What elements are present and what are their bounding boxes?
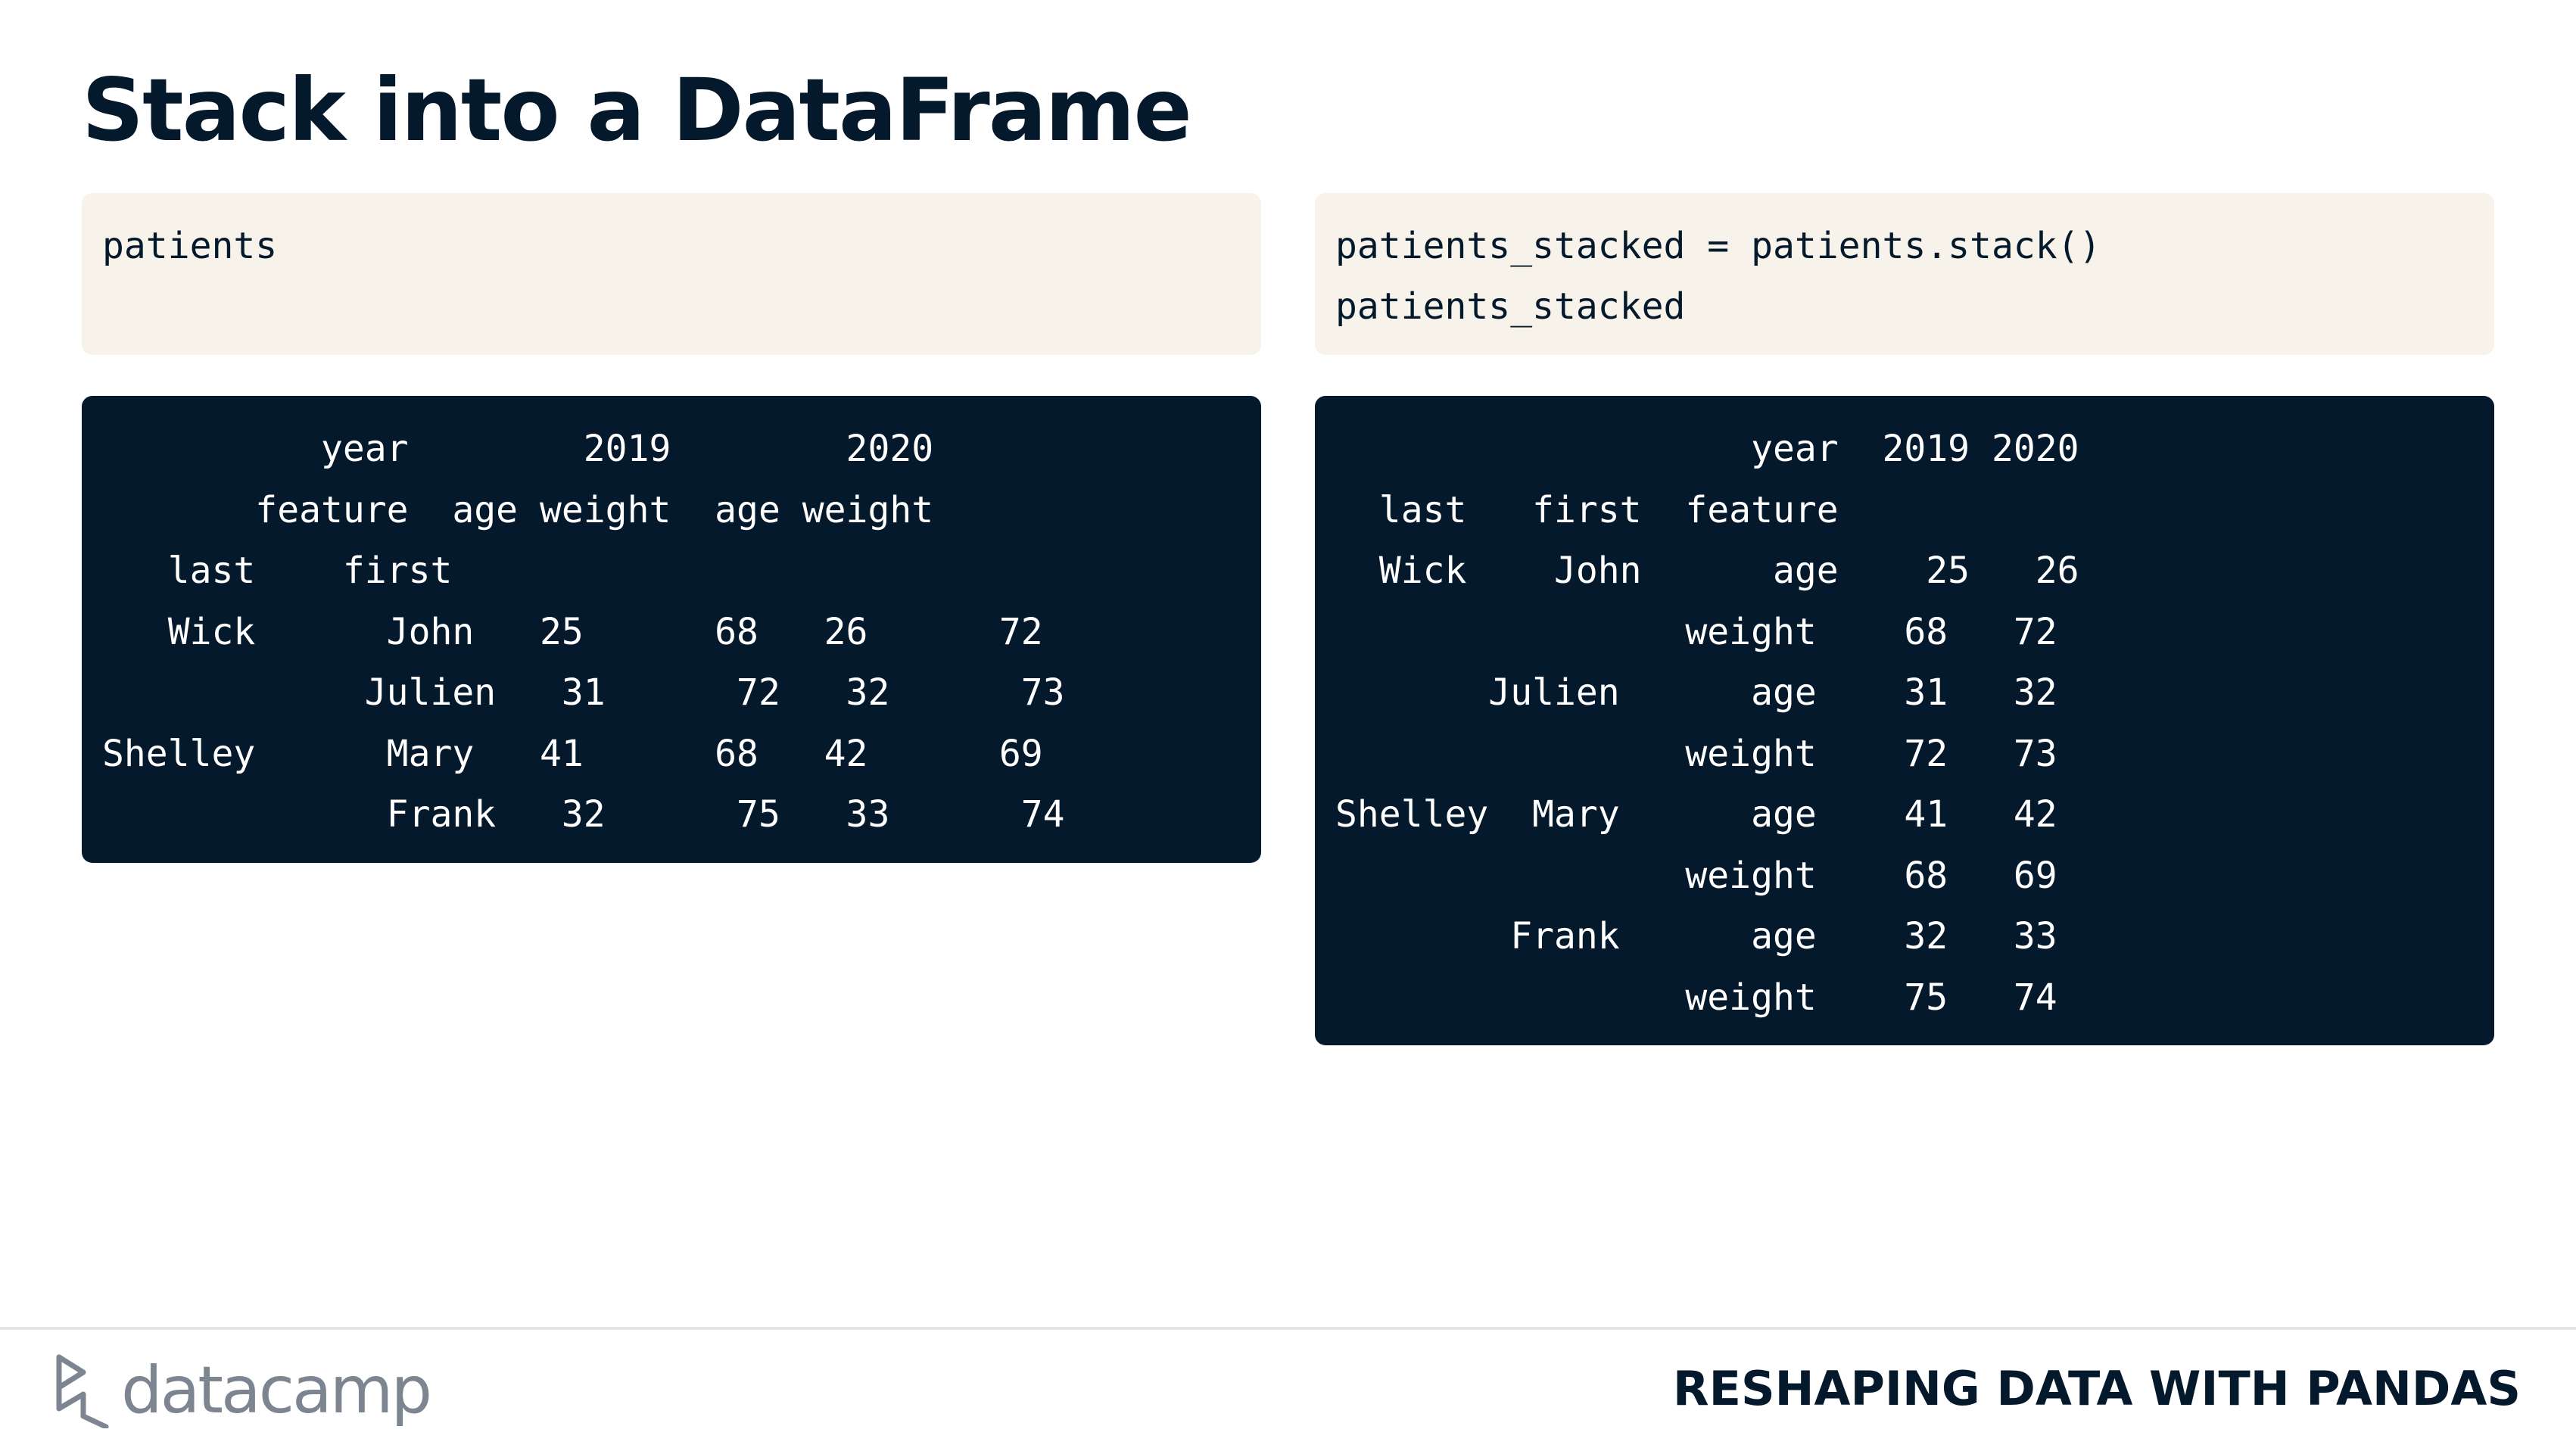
output-row: Wick John age 25 26	[1335, 550, 2079, 592]
course-name: RESHAPING DATA WITH PANDAS	[1672, 1361, 2521, 1416]
output-header-index: last first feature	[1335, 488, 1839, 531]
output-row: weight 72 73	[1335, 732, 2057, 775]
output-row: Shelley Mary 41 68 42 69	[102, 732, 1043, 775]
slide-title: Stack into a DataFrame	[82, 60, 1192, 160]
footer-divider	[0, 1327, 2576, 1330]
output-row: Frank age 32 33	[1335, 915, 2057, 957]
code-line: patients_stacked = patients.stack()	[1335, 225, 2101, 267]
output-row: weight 75 74	[1335, 976, 2057, 1019]
output-patients-stacked: year 2019 2020 last first feature Wick J…	[1315, 396, 2494, 1045]
output-row: weight 68 72	[1335, 610, 2057, 653]
code-block-stack: patients_stacked = patients.stack() pati…	[1315, 193, 2494, 355]
datacamp-logo-icon	[56, 1354, 109, 1428]
output-row: Julien 31 72 32 73	[102, 671, 1065, 714]
output-header-year: year 2019 2020	[102, 428, 934, 470]
code-line: patients_stacked	[1335, 285, 1686, 328]
code-line: patients	[102, 225, 278, 267]
logo-wordmark: datacamp	[121, 1353, 432, 1428]
output-header-year: year 2019 2020	[1335, 428, 2079, 470]
code-block-patients: patients	[82, 193, 1261, 355]
output-row: weight 68 69	[1335, 854, 2057, 897]
output-header-index: last first	[102, 550, 453, 592]
output-patients: year 2019 2020 feature age weight age we…	[82, 396, 1261, 863]
output-row: Julien age 31 32	[1335, 671, 2057, 714]
output-header-feature: feature age weight age weight	[102, 488, 934, 531]
output-row: Wick John 25 68 26 72	[102, 610, 1043, 653]
output-row: Frank 32 75 33 74	[102, 793, 1065, 836]
output-row: Shelley Mary age 41 42	[1335, 793, 2057, 836]
datacamp-logo: datacamp	[53, 1349, 432, 1432]
